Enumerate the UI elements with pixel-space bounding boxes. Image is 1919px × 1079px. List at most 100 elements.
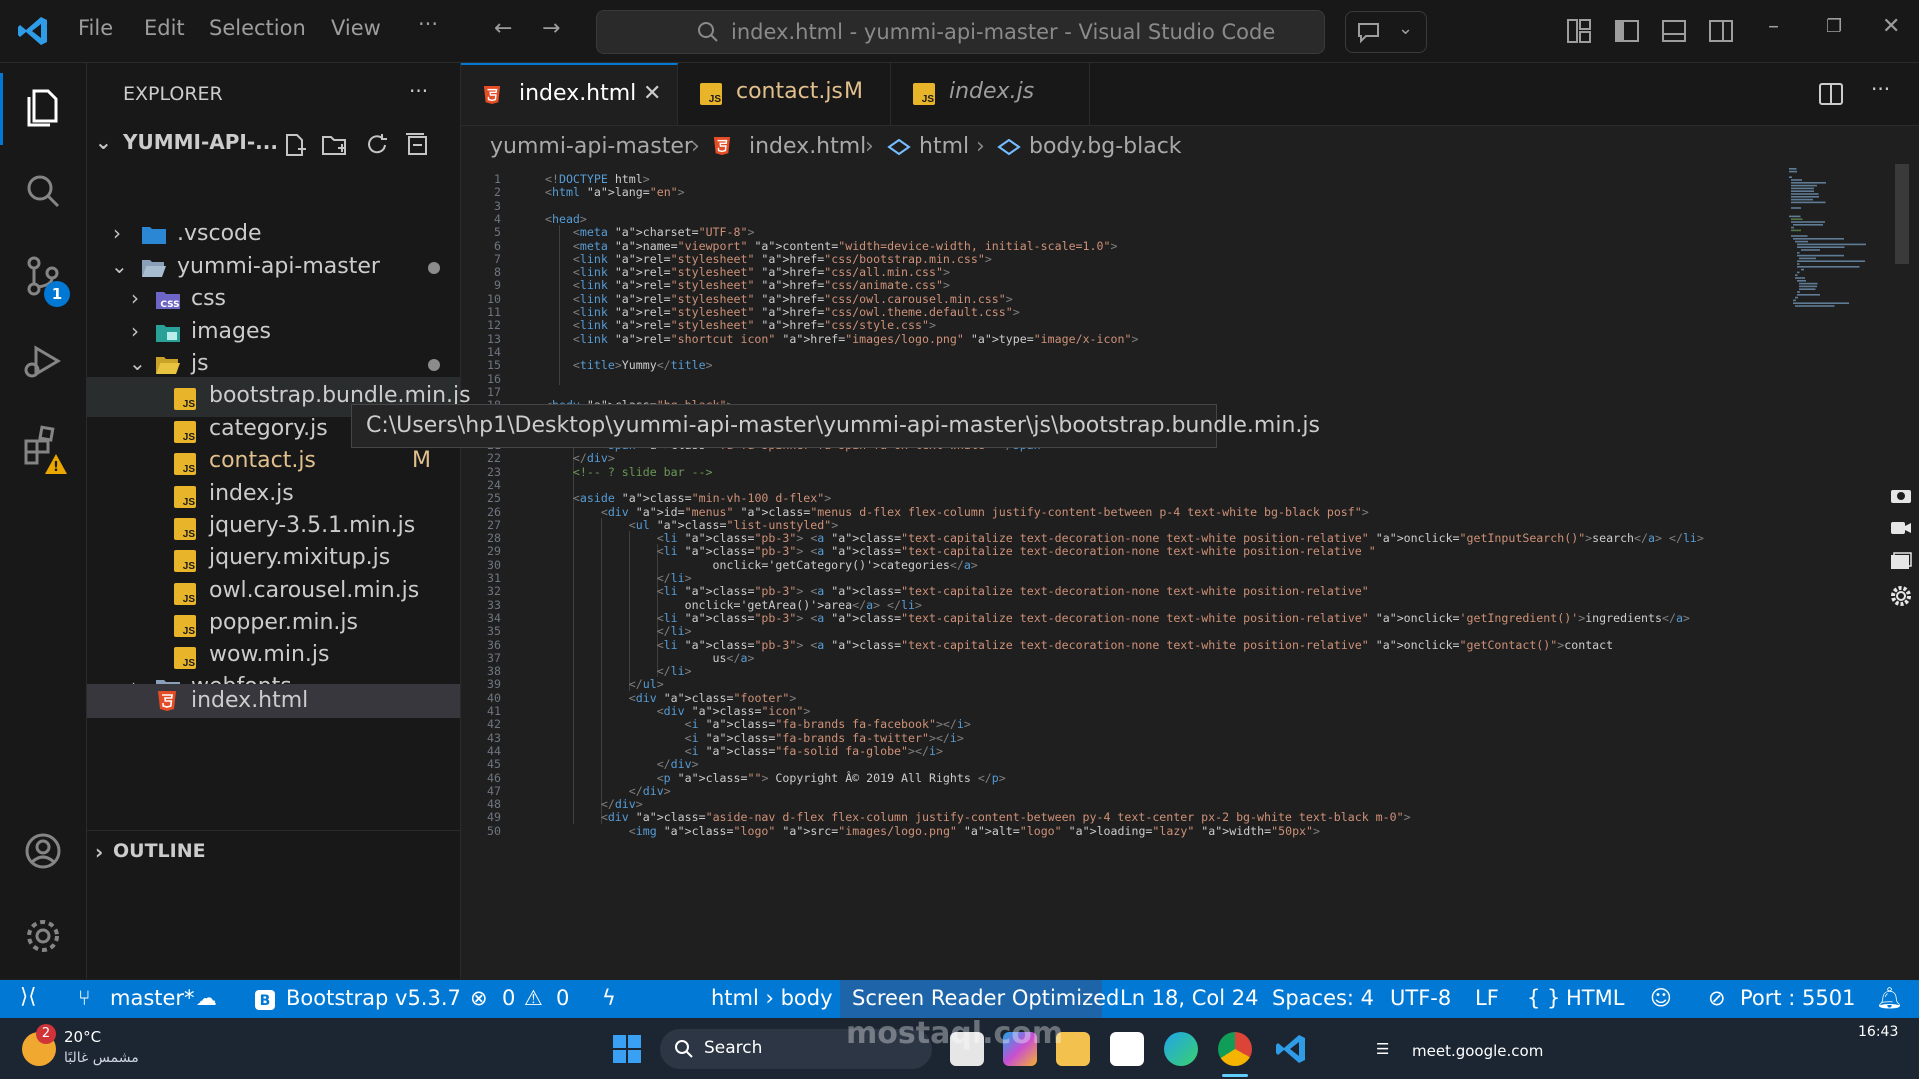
collapse-all-icon[interactable] [404,132,430,158]
code-line: <i "a">class="fa-brands fa-facebook"></i… [684,717,971,732]
tree-label: popper.min.js [209,610,358,635]
restore-icon[interactable]: ❐ [1826,16,1842,37]
element-icon [997,138,1021,156]
edge-browser-icon[interactable] [1164,1032,1198,1066]
minimap-line [1797,271,1800,274]
cursor-position[interactable]: Ln 18, Col 24 [1120,986,1259,1010]
close-window-icon[interactable]: ✕ [1882,14,1900,39]
divider [87,830,460,831]
outline-section[interactable]: › OUTLINE [87,834,460,874]
remote-indicator[interactable]: ⟩⟨ [0,980,62,1018]
breadcrumb-element[interactable]: html [919,134,969,159]
search-icon[interactable] [20,168,66,214]
notifications-bell-icon[interactable]: 🔔︎ [1876,986,1903,1011]
toggle-primary-sidebar-icon[interactable] [1614,18,1640,44]
toggle-secondary-sidebar-icon[interactable] [1708,18,1734,44]
settings-gear-icon[interactable] [1889,584,1913,608]
copilot-button[interactable]: ⌄ [1345,11,1427,53]
status-path[interactable]: html › body [711,986,833,1010]
copilot-chat-icon [1358,23,1379,44]
copilot-icon[interactable]: ☺ [1650,986,1672,1010]
windows-start-icon[interactable] [612,1034,642,1064]
editor-scrollbar[interactable] [1895,164,1909,264]
minimap[interactable] [1783,164,1903,344]
minimap-line [1797,291,1800,293]
code-line: <link "a">rel="shortcut icon" "a">href="… [572,331,1139,346]
language-mode[interactable]: HTML [1566,986,1624,1010]
html5-icon [713,137,731,155]
minimap-line [1791,187,1814,190]
vscode-taskbar-icon[interactable] [1274,1032,1308,1066]
sync-icon[interactable]: ☁ [196,986,217,1010]
js-file-icon [174,647,196,669]
branch-name[interactable]: master* [110,986,195,1010]
tab-contact-js[interactable]: contact.js M [678,63,891,125]
accounts-icon[interactable] [20,828,66,874]
line-number: 1 [494,172,501,186]
microsoft-store-icon[interactable] [1110,1032,1144,1066]
menu-selection[interactable]: Selection [209,16,306,40]
live-server-port[interactable]: Port : 5501 [1740,986,1856,1010]
back-arrow-icon[interactable]: ← [494,16,512,41]
camera-icon[interactable] [1890,486,1912,504]
explorer-more-icon[interactable]: ··· [409,79,428,103]
breadcrumb-folder[interactable]: yummi-api-master [490,134,693,159]
settings-gear-icon[interactable] [20,913,66,959]
minimap-line [1791,179,1802,181]
run-debug-icon[interactable] [20,338,66,384]
menu-file[interactable]: File [78,16,113,40]
indentation[interactable]: Spaces: 4 [1272,986,1374,1010]
tree-label: js [191,351,209,376]
breadcrumb-file[interactable]: index.html [749,134,866,159]
code-line: <meta "a">charset="UTF-8"> [572,225,755,240]
editor-more-icon[interactable]: ··· [1871,77,1890,101]
warning-count[interactable]: 0 [556,986,569,1010]
minimap-line [1789,170,1797,173]
minimap-line [1791,201,1826,204]
command-center-search[interactable]: index.html - yummi-api-master - Visual S… [596,10,1325,54]
menu-more[interactable]: ··· [418,12,438,36]
js-file-icon [174,388,196,410]
chrome-browser-icon[interactable] [1218,1032,1252,1066]
code-line: onclick='getCategory()'>categories</a> [545,557,978,572]
encoding[interactable]: UTF-8 [1390,986,1451,1010]
video-icon[interactable] [1890,520,1912,536]
line-ending[interactable]: LF [1475,986,1499,1010]
tab-index-js[interactable]: index.js [891,63,1090,125]
tree-file-index-html[interactable]: index.html [87,684,460,718]
explorer-icon[interactable] [20,83,66,129]
line-number: 35 [487,624,501,639]
bootstrap-version[interactable]: Bootstrap v5.3.7 [286,986,461,1010]
tab-label: index.js [949,79,1035,104]
menu-view[interactable]: View [331,16,381,40]
code-line: <html "a">lang="en"> [545,185,685,200]
project-header[interactable]: ⌄ YUMMI-API-... [87,124,460,164]
line-number: 37 [487,650,501,665]
error-count[interactable]: 0 [502,986,515,1010]
tab-index-html[interactable]: index.html ✕ [461,63,678,125]
code-line: </div> [572,451,615,466]
lightning-icon[interactable]: ϟ [602,986,616,1010]
breadcrumb-element[interactable]: body.bg-black [1029,134,1182,159]
code-editor[interactable]: 1 <!DOCTYPE html> 2 <html "a">lang="en"> 3 4 <… [461,164,1861,980]
window-icon[interactable] [1890,552,1912,570]
minimap-line [1799,282,1818,285]
menu-edit[interactable]: Edit [144,16,185,40]
js-file-icon [174,615,196,637]
code-line: <link "a">rel="stylesheet" "a">href="css… [572,265,950,280]
refresh-icon[interactable] [364,132,390,158]
customize-layout-icon[interactable] [1566,18,1592,44]
close-tab-icon[interactable]: ✕ [643,81,661,106]
chrome-tab-title[interactable]: meet.google.com [1412,1042,1543,1060]
toggle-panel-icon[interactable] [1661,18,1687,44]
activity-bar: 1 ! [0,63,87,979]
new-file-icon[interactable] [282,132,308,158]
clock-time[interactable]: 16:43 [1858,1024,1898,1040]
new-folder-icon[interactable] [321,132,349,158]
tab-list-icon: ☰ [1376,1040,1390,1058]
forward-arrow-icon[interactable]: → [542,16,560,41]
screen-reader-item[interactable]: Screen Reader Optimized [840,980,1119,1018]
minimize-icon[interactable]: – [1768,14,1779,39]
split-editor-icon[interactable] [1818,81,1844,107]
code-line: </ul> [628,677,664,692]
